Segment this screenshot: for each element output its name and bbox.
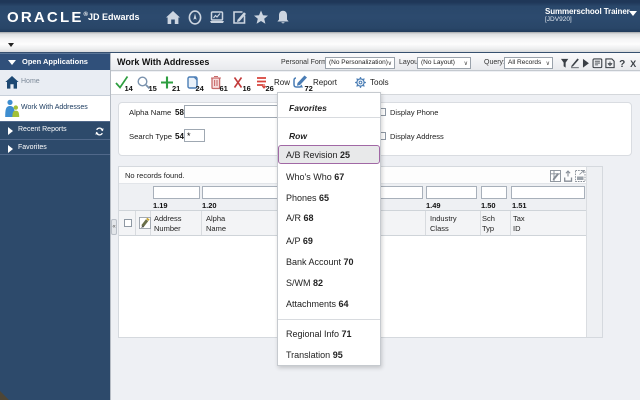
svg-text:24: 24 [196, 84, 205, 93]
svg-text:21: 21 [172, 84, 180, 93]
svg-text:15: 15 [149, 84, 157, 93]
svg-text:Report: Report [313, 78, 338, 87]
svg-text:14: 14 [125, 84, 134, 93]
svg-text:61: 61 [220, 84, 228, 93]
svg-text:Row: Row [274, 78, 290, 87]
svg-text:X: X [630, 59, 637, 69]
svg-text:?: ? [619, 59, 625, 69]
svg-text:16: 16 [243, 84, 251, 93]
svg-text:26: 26 [266, 84, 274, 93]
svg-text:Tools: Tools [370, 78, 389, 87]
